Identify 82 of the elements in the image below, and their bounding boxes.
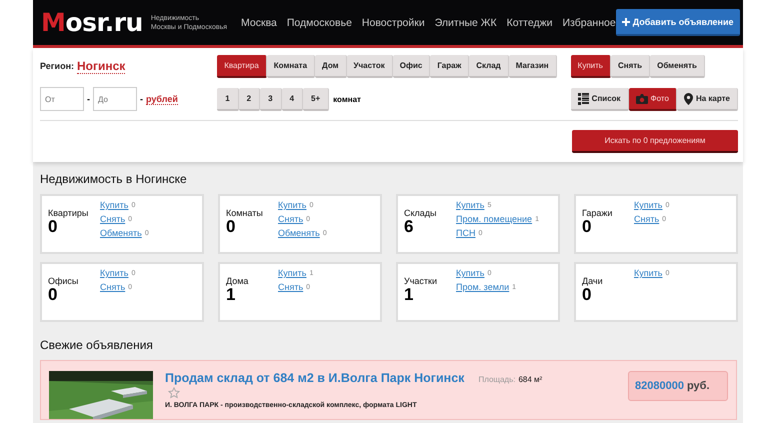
category-link[interactable]: Купить — [100, 200, 128, 210]
category-link[interactable]: Обменять — [278, 228, 320, 238]
category-link[interactable]: Снять — [100, 282, 126, 292]
plus-icon — [622, 18, 630, 26]
category-link[interactable]: Купить — [456, 200, 484, 210]
category-link[interactable]: Пром. помещение — [456, 214, 532, 224]
camera-icon — [636, 94, 648, 104]
deal-tab[interactable]: Купить — [570, 55, 611, 78]
category-title: Дома — [226, 276, 250, 286]
category-link[interactable]: Снять — [100, 214, 126, 224]
price-currency: руб. — [686, 380, 710, 392]
category-link[interactable]: Купить — [278, 268, 306, 278]
section-title: Свежие объявления — [40, 337, 154, 354]
category-count: 1 — [226, 286, 236, 304]
rooms-button[interactable]: 1 — [217, 88, 239, 111]
category-link[interactable]: Купить — [100, 268, 128, 278]
category-count: 0 — [582, 218, 592, 236]
category-link[interactable]: Пром. земли — [456, 282, 510, 292]
category-count: 0 — [582, 286, 592, 304]
search-button[interactable]: Искать по 0 предложениям — [572, 130, 738, 153]
rooms-button[interactable]: 2 — [238, 88, 260, 111]
category-count: 0 — [48, 218, 58, 236]
nav-link[interactable]: Элитные ЖК — [434, 16, 497, 28]
type-tab[interactable]: Магазин — [508, 55, 557, 78]
category-link[interactable]: Купить — [278, 200, 306, 210]
category-title: Гаражи — [582, 208, 614, 218]
category-link[interactable]: Снять — [278, 214, 304, 224]
view-tab[interactable]: Список — [570, 88, 629, 111]
nav-link[interactable]: Избранное — [562, 16, 616, 28]
dash-text: - — [140, 94, 143, 104]
add-listing-button[interactable]: Добавить объявление — [616, 9, 740, 36]
rooms-label: комнат — [333, 95, 361, 104]
category-count: 0 — [48, 286, 58, 304]
type-tab[interactable]: Комната — [266, 55, 316, 78]
map-pin-icon — [684, 92, 693, 104]
dash-text: - — [87, 94, 90, 104]
type-tab[interactable]: Офис — [392, 55, 430, 78]
category-link[interactable]: Снять — [278, 282, 304, 292]
category-count: 1 — [404, 286, 414, 304]
category-link[interactable]: Обменять — [100, 228, 142, 238]
nav-link[interactable]: Москва — [241, 16, 277, 28]
type-tab[interactable]: Склад — [469, 55, 509, 78]
nav-link[interactable]: Новостройки — [362, 16, 425, 28]
currency-link[interactable]: рублей — [146, 94, 178, 104]
category-link[interactable]: ПСН — [456, 228, 476, 238]
site-logo[interactable]: Mosr.ru — [41, 8, 143, 37]
category-title: Участки — [404, 276, 438, 286]
list-icon — [578, 92, 589, 104]
region-link[interactable]: Ногинск — [77, 58, 126, 74]
view-tab[interactable]: Фото — [628, 88, 677, 111]
category-title: Квартиры — [48, 208, 90, 218]
view-tab[interactable]: На карте — [676, 88, 738, 111]
category-title: Склады — [404, 208, 438, 218]
price-value: 82080000 — [635, 380, 684, 392]
type-tab[interactable]: Дом — [315, 55, 347, 78]
category-count: 6 — [404, 218, 414, 236]
area-label: Площадь: — [478, 375, 516, 384]
region-label: Регион: — [40, 61, 74, 71]
category-count: 0 — [226, 218, 236, 236]
category-link[interactable]: Снять — [634, 214, 660, 224]
price-from-field[interactable]: От — [40, 87, 84, 111]
nav-link[interactable]: Подмосковье — [286, 16, 352, 28]
listing-title[interactable]: Продам склад от 684 м2 в И.Волга Парк Ногинск — [165, 371, 464, 385]
category-title: Комнаты — [226, 208, 264, 218]
nav-link[interactable]: Коттеджи — [506, 16, 552, 28]
category-title: Офисы — [48, 276, 80, 286]
type-tab[interactable]: Участок — [346, 55, 393, 78]
rooms-button[interactable]: 3 — [260, 88, 282, 111]
type-tab[interactable]: Гараж — [430, 55, 470, 78]
category-link[interactable]: Купить — [634, 268, 662, 278]
deal-tab[interactable]: Обменять — [650, 55, 705, 78]
area-value: 684 м² — [518, 375, 542, 384]
section-title: Недвижимость в Ногинске — [40, 171, 188, 188]
rooms-button[interactable]: 4 — [282, 88, 304, 111]
type-tab[interactable]: Квартира — [217, 55, 267, 78]
rooms-button[interactable]: 5+ — [303, 88, 330, 111]
deal-tab[interactable]: Снять — [610, 55, 650, 78]
category-link[interactable]: Купить — [456, 268, 484, 278]
category-title: Дачи — [582, 276, 604, 286]
category-link[interactable]: Купить — [634, 200, 662, 210]
star-icon[interactable] — [168, 387, 180, 399]
price-to-field[interactable]: До — [93, 87, 137, 111]
